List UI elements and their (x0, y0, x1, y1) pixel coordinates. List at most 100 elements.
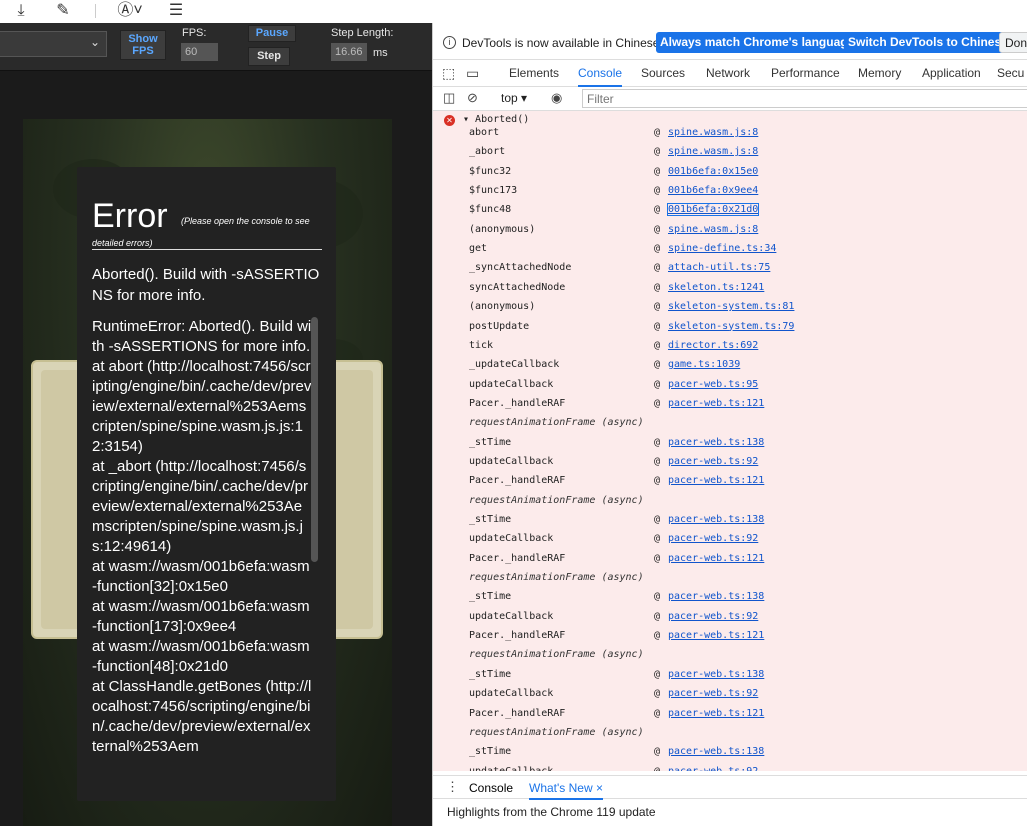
error-scrollbar[interactable] (311, 317, 318, 562)
switch-chinese-button[interactable]: Switch DevTools to Chinese (844, 32, 1012, 53)
match-language-button[interactable]: Always match Chrome's language (656, 32, 859, 53)
frame-source-link[interactable]: pacer-web.ts:138 (668, 669, 764, 680)
stack-frame: Pacer._handleRAF @ pacer-web.ts:121 (469, 550, 1027, 569)
frame-source-link[interactable]: skeleton-system.ts:81 (668, 301, 794, 312)
frame-at-sign: @ (654, 455, 661, 467)
stack-frame: abort @ spine.wasm.js:8 (469, 124, 1027, 143)
frame-source-link[interactable]: skeleton-system.ts:79 (668, 321, 794, 332)
eye-icon[interactable]: ◉ (551, 90, 562, 106)
devtools-tabbar: ⬚ ▭ Elements Console Sources Network Per… (433, 60, 1027, 87)
frame-function: requestAnimationFrame (async) (469, 417, 644, 429)
console-output: ✕ ▾ Aborted() abort @ spine.wasm.js:8 _abor… (433, 111, 1027, 771)
stack-frame: Pacer._handleRAF @ pacer-web.ts:121 (469, 627, 1027, 646)
stack-frame: updateCallback @ pacer-web.ts:92 (469, 763, 1027, 771)
scene-select[interactable]: ⌄ (0, 31, 107, 57)
show-fps-button[interactable]: Show FPS (120, 30, 166, 60)
edit-icon[interactable]: ✎ (51, 1, 75, 21)
frame-source-link[interactable]: skeleton.ts:1241 (668, 282, 764, 293)
frame-source-link[interactable]: pacer-web.ts:92 (668, 611, 758, 622)
frame-source-link[interactable]: attach-util.ts:75 (668, 262, 770, 273)
browser-toolbar: ⤓ ✎ Ⓐ˅ ☰ (0, 0, 1027, 23)
step-length-input[interactable]: 16.66 (331, 43, 367, 61)
infobar-message: DevTools is now available in Chinese! (462, 36, 663, 50)
frame-source-link[interactable]: pacer-web.ts:138 (668, 746, 764, 757)
inspect-icon[interactable]: ⬚ (442, 65, 455, 82)
frame-at-sign: @ (654, 514, 661, 525)
step-length-unit: ms (373, 47, 388, 59)
tab-memory[interactable]: Memory (858, 60, 901, 87)
error-stack-trace[interactable]: RuntimeError: Aborted(). Build with -sAS… (92, 317, 312, 757)
frame-source-link[interactable]: pacer-web.ts:138 (668, 437, 764, 448)
frame-at-sign: @ (654, 165, 661, 177)
frame-source-link[interactable]: pacer-web.ts:121 (668, 398, 764, 409)
translate-icon[interactable]: Ⓐ˅ (113, 1, 147, 21)
error-icon: ✕ (444, 115, 455, 126)
tab-console[interactable]: Console (578, 60, 623, 87)
frame-at-sign: @ (654, 746, 661, 758)
stack-frame: updateCallback @ pacer-web.ts:92 (469, 530, 1027, 549)
close-icon[interactable]: × (596, 781, 603, 795)
frame-source-link[interactable]: pacer-web.ts:95 (668, 379, 758, 390)
frame-source-link[interactable]: pacer-web.ts:138 (668, 514, 764, 525)
frame-at-sign: @ (654, 359, 661, 371)
frame-source-link[interactable]: pacer-web.ts:121 (668, 475, 764, 486)
frame-source-link[interactable]: pacer-web.ts:138 (668, 591, 764, 602)
frame-source-link[interactable]: 001b6efa:0x9ee4 (668, 185, 758, 196)
step-button[interactable]: Step (248, 47, 290, 66)
drawer-tab-whats-new-label: What's New (529, 781, 593, 795)
filter-input[interactable] (582, 89, 1027, 108)
async-separator: requestAnimationFrame (async) (469, 492, 1027, 511)
frame-function: _stTime (469, 668, 512, 680)
frame-source-link[interactable]: pacer-web.ts:121 (668, 553, 764, 564)
frame-source-link[interactable]: pacer-web.ts:121 (668, 630, 764, 641)
frame-source-link[interactable]: 001b6efa:0x15e0 (668, 166, 758, 177)
frame-source-link[interactable]: pacer-web.ts:121 (668, 708, 764, 719)
stack-frame: Pacer._handleRAF @ pacer-web.ts:121 (469, 395, 1027, 414)
drawer-tab-whats-new[interactable]: What's New × (529, 781, 603, 800)
frame-source-link[interactable]: pacer-web.ts:92 (668, 766, 758, 771)
frame-source-link[interactable]: spine.wasm.js:8 (668, 146, 758, 157)
download-icon[interactable]: ⤓ (9, 1, 33, 21)
context-select[interactable]: top ▾ (501, 91, 527, 105)
reader-icon[interactable]: ☰ (164, 1, 188, 21)
drawer-tab-console[interactable]: Console (469, 781, 513, 795)
device-toggle-icon[interactable]: ▭ (466, 65, 479, 82)
tab-application[interactable]: Application (922, 60, 981, 87)
tab-sources[interactable]: Sources (641, 60, 685, 87)
async-separator: requestAnimationFrame (async) (469, 646, 1027, 665)
fps-label: FPS: (182, 27, 207, 39)
frame-source-link[interactable]: pacer-web.ts:92 (668, 688, 758, 699)
pause-button[interactable]: Pause (248, 25, 296, 42)
frame-at-sign: @ (654, 688, 661, 700)
frame-function: $func48 (469, 204, 512, 216)
frame-source-link[interactable]: pacer-web.ts:92 (668, 456, 758, 467)
frame-source-link[interactable]: spine-define.ts:34 (668, 243, 776, 254)
frame-source-link[interactable]: pacer-web.ts:92 (668, 533, 758, 544)
frame-at-sign: @ (654, 339, 661, 351)
tab-security[interactable]: Secu (997, 60, 1024, 87)
frame-at-sign: @ (654, 533, 661, 545)
more-icon[interactable]: ⋮ (446, 779, 459, 795)
sidebar-toggle-icon[interactable]: ◫ (443, 90, 455, 106)
frame-source-link[interactable]: spine.wasm.js:8 (668, 127, 758, 138)
error-note-continued: detailed errors) (92, 238, 153, 248)
frame-function: requestAnimationFrame (async) (469, 494, 644, 506)
language-infobar: i DevTools is now available in Chinese! … (433, 23, 1027, 60)
tab-elements[interactable]: Elements (509, 60, 559, 87)
frame-source-link[interactable]: 001b6efa:0x21d0 (666, 203, 760, 217)
stack-frame: _updateCallback @ game.ts:1039 (469, 356, 1027, 375)
dont-show-button[interactable]: Don (999, 32, 1027, 53)
error-summary: Aborted(). Build with -sASSERTIONS for m… (92, 266, 320, 304)
frame-source-link[interactable]: spine.wasm.js:8 (668, 224, 758, 235)
clear-console-icon[interactable]: ⊘ (467, 90, 478, 106)
stack-frame: _abort @ spine.wasm.js:8 (469, 143, 1027, 162)
frame-source-link[interactable]: director.ts:692 (668, 340, 758, 351)
tab-performance[interactable]: Performance (771, 60, 840, 87)
stack-frame: _stTime @ pacer-web.ts:138 (469, 434, 1027, 453)
stack-frame: (anonymous) @ spine.wasm.js:8 (469, 221, 1027, 240)
stack-frame: Pacer._handleRAF @ pacer-web.ts:121 (469, 705, 1027, 724)
frame-source-link[interactable]: game.ts:1039 (668, 359, 740, 370)
tab-network[interactable]: Network (706, 60, 750, 87)
frame-at-sign: @ (654, 552, 661, 564)
frame-function: updateCallback (469, 455, 554, 467)
